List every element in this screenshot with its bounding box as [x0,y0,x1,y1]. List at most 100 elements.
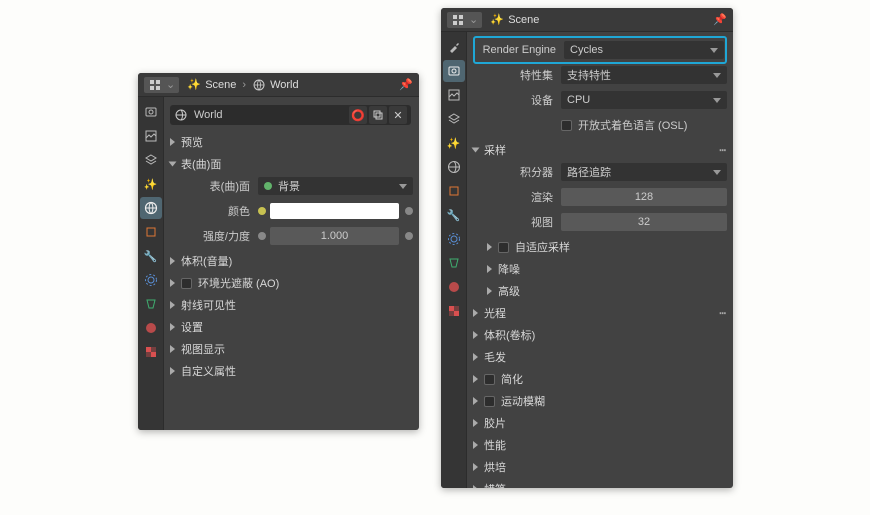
motion-checkbox[interactable] [484,396,495,407]
panel-header: ⌄ ✨Scene 📌 [441,8,733,32]
section-grease[interactable]: 蜡笔 [473,478,727,488]
section-label: 运动模糊 [501,393,545,409]
section-label: 光程 [484,305,506,321]
integrator-dropdown[interactable]: 路径追踪 [561,163,727,181]
section-label: 降噪 [498,261,520,277]
simplify-checkbox[interactable] [484,374,495,385]
disclosure-icon [473,419,478,427]
color-label: 颜色 [170,203,258,219]
new-copy-button[interactable] [369,106,387,124]
tab-scene[interactable]: ✨ [140,173,162,195]
breadcrumb-scene[interactable]: ✨Scene [490,13,539,27]
section-lightpaths[interactable]: 光程 ┅ [473,302,727,324]
tab-data[interactable] [443,252,465,274]
section-simplify[interactable]: 简化 [473,368,727,390]
section-motion[interactable]: 运动模糊 [473,390,727,412]
highlight-box: Render Engine Cycles [473,36,727,64]
disclosure-icon [472,148,480,153]
section-ray[interactable]: 射线可见性 [170,294,413,316]
tab-layer[interactable] [140,149,162,171]
section-volumes[interactable]: 体积(卷标) [473,324,727,346]
scene-icon: ✨ [187,78,201,92]
tab-material[interactable] [443,276,465,298]
device-dropdown[interactable]: CPU [561,91,727,109]
section-advanced[interactable]: 高级 [473,280,727,302]
tab-object[interactable] [443,180,465,202]
tab-physics[interactable] [443,228,465,250]
tab-physics[interactable] [140,269,162,291]
tab-tool[interactable] [443,36,465,58]
unlink-button[interactable]: ✕ [389,106,407,124]
panel-menu-icon[interactable]: ┅ [719,307,727,320]
tab-render[interactable] [140,101,162,123]
tab-world[interactable] [140,197,162,219]
breadcrumb-scene[interactable]: ✨ Scene [187,78,236,92]
section-volume[interactable]: 体积(音量) [170,250,413,272]
section-label: 表(曲)面 [181,156,221,172]
disclosure-icon [473,485,478,488]
section-perf[interactable]: 性能 [473,434,727,456]
section-custom[interactable]: 自定义属性 [170,360,413,382]
surface-shader-dropdown[interactable]: 背景 [258,177,413,195]
tab-output[interactable] [140,125,162,147]
section-adaptive[interactable]: 自适应采样 [473,236,727,258]
world-datablock-field[interactable]: World ⭕ ✕ [170,105,411,125]
adaptive-checkbox[interactable] [498,242,509,253]
section-label: 环境光遮蔽 (AO) [198,275,279,291]
strength-field[interactable]: 1.000 [270,227,399,245]
section-ao[interactable]: 环境光遮蔽 (AO) [170,272,413,294]
fake-user-button[interactable]: ⭕ [349,106,367,124]
section-surface[interactable]: 表(曲)面 [170,153,413,175]
value-picker-dot[interactable] [405,232,413,240]
section-label: 采样 [484,142,506,158]
tab-object[interactable] [140,221,162,243]
section-sampling[interactable]: 采样 ┅ [473,139,727,161]
section-label: 蜡笔 [484,481,506,488]
tab-modifier[interactable]: 🔧 [443,204,465,226]
tab-modifier[interactable]: 🔧 [140,245,162,267]
tab-material[interactable] [140,317,162,339]
render-engine-dropdown[interactable]: Cycles [564,41,724,59]
tab-render[interactable] [443,60,465,82]
section-hair[interactable]: 毛发 [473,346,727,368]
section-film[interactable]: 胶片 [473,412,727,434]
disclosure-icon [487,287,492,295]
pin-icon[interactable]: 📌 [713,13,727,27]
device-label: 设备 [473,92,561,108]
section-label: 体积(卷标) [484,327,535,343]
tab-texture[interactable] [140,341,162,363]
tab-layer[interactable] [443,108,465,130]
ao-checkbox[interactable] [181,278,192,289]
tab-texture[interactable] [443,300,465,322]
section-denoise[interactable]: 降噪 [473,258,727,280]
crumb-label: Scene [205,79,236,91]
property-tab-strip: ✨ 🔧 [138,97,164,430]
section-bake[interactable]: 烘培 [473,456,727,478]
render-samples-field[interactable]: 128 [561,188,727,206]
section-settings[interactable]: 设置 [170,316,413,338]
tab-world[interactable] [443,156,465,178]
tab-output[interactable] [443,84,465,106]
section-viewport[interactable]: 视图显示 [170,338,413,360]
color-picker-dot[interactable] [405,207,413,215]
tab-scene[interactable]: ✨ [443,132,465,154]
color-swatch[interactable] [270,203,399,219]
section-preview[interactable]: 预览 [170,131,413,153]
render-samples-value: 128 [635,191,653,203]
disclosure-icon [170,323,175,331]
chevron-right-icon: › [242,79,246,91]
osl-checkbox[interactable] [561,120,572,131]
editor-type-selector[interactable]: ⌄ [447,12,482,28]
disclosure-icon [487,243,492,251]
panel-menu-icon[interactable]: ┅ [719,144,727,157]
strength-value: 1.000 [321,230,349,242]
tab-data[interactable] [140,293,162,315]
breadcrumb-world[interactable]: World [252,78,299,92]
viewport-samples-field[interactable]: 32 [561,213,727,231]
props-icon [451,13,465,27]
disclosure-icon [170,301,175,309]
pin-icon[interactable]: 📌 [399,78,413,92]
feature-set-dropdown[interactable]: 支持特性 [561,66,727,84]
osl-label: 开放式着色语言 (OSL) [578,117,687,133]
editor-type-selector[interactable]: ⌄ [144,77,179,93]
